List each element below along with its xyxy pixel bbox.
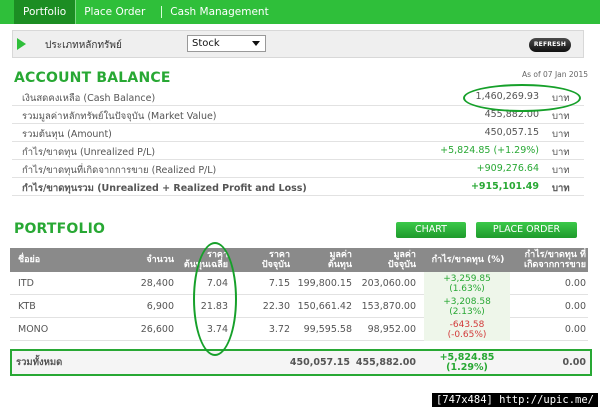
cell-unrealized-pl: -643.58 (-0.65%) <box>424 318 510 341</box>
cell-market-price: 22.30 <box>262 301 290 312</box>
tab-separator <box>161 6 163 18</box>
as-of-date: As of 07 Jan 2015 <box>522 70 588 79</box>
balance-row-total-pl: กำไร/ขาดทุนรวม (Unrealized + Realized Pr… <box>12 178 584 196</box>
balance-label: กำไร/ขาดทุน (Unrealized P/L) <box>22 147 156 158</box>
chevron-down-icon <box>252 41 260 46</box>
cell-market-price: 3.72 <box>268 324 290 335</box>
cell-symbol[interactable]: ITD <box>18 272 78 295</box>
pl-percent: (2.13%) <box>449 306 485 317</box>
table-header: ชื่อย่อ จำนวน ราคา ต้นทุนเฉลี่ย ราคา ปัจ… <box>10 248 588 272</box>
portfolio-table: ชื่อย่อ จำนวน ราคา ต้นทุนเฉลี่ย ราคา ปัจ… <box>10 248 588 341</box>
tab-portfolio[interactable]: Portfolio <box>14 0 77 24</box>
col-market-price-line1: ราคา <box>269 250 290 260</box>
cell-amount: 199,800.15 <box>297 278 352 289</box>
balance-unit: บาท <box>552 165 570 176</box>
place-order-button[interactable]: PLACE ORDER <box>476 222 577 238</box>
balance-unit: บาท <box>552 147 570 158</box>
security-type-label: ประเภทหลักทรัพย์ <box>45 40 122 51</box>
balance-value: +909,276.64 <box>476 163 539 174</box>
arrow-right-icon <box>17 38 26 50</box>
highlight-ellipse-avg-cost <box>193 242 237 356</box>
balance-unit: บาท <box>552 129 570 140</box>
balance-unit: บาท <box>552 183 570 194</box>
cell-unrealized-pl: +3,259.85 (1.63%) <box>424 272 510 295</box>
pl-amount: +3,259.85 <box>443 273 491 284</box>
col-amount: มูลค่า ต้นทุน <box>300 248 352 272</box>
watermark-footer: [747x484] http://upic.me/ <box>431 393 598 407</box>
balance-value: +915,101.49 <box>470 181 539 192</box>
portfolio-title: PORTFOLIO <box>14 221 106 237</box>
col-market-value-line2: ปัจจุบัน <box>387 260 416 270</box>
cell-realized-pl: 0.00 <box>564 278 586 289</box>
cell-symbol[interactable]: MONO <box>18 318 78 341</box>
balance-row-realized: กำไร/ขาดทุนที่เกิดจากการขาย (Realized P/… <box>12 160 584 178</box>
total-pl-amount: +5,824.85 <box>439 351 495 363</box>
col-market-price-line2: ปัจจุบัน <box>261 260 290 270</box>
top-tab-bar: Portfolio Place Order Cash Management <box>0 0 600 24</box>
table-row[interactable]: MONO 26,600 3.74 3.72 99,595.58 98,952.0… <box>10 318 588 341</box>
col-realized-line1: กำไร/ขาดทุน ที่ <box>524 250 586 260</box>
col-unrealized-pl: กำไร/ขาดทุน (%) <box>431 255 505 265</box>
portfolio-total-row: รวมทั้งหมด 450,057.15 455,882.00 +5,824.… <box>10 349 592 376</box>
pl-percent: (-0.65%) <box>447 329 487 340</box>
col-market-value: มูลค่า ปัจจุบัน <box>360 248 416 272</box>
security-type-select[interactable]: Stock <box>187 35 266 52</box>
col-market-value-line1: มูลค่า <box>393 250 416 260</box>
col-market-price: ราคา ปัจจุบัน <box>238 248 290 272</box>
tab-place-order[interactable]: Place Order <box>76 0 153 24</box>
total-label: รวมทั้งหมด <box>16 357 63 368</box>
cell-symbol[interactable]: KTB <box>18 295 78 318</box>
account-balance-title: ACCOUNT BALANCE <box>14 70 171 86</box>
tab-cash-management-label: Cash Management <box>170 6 269 18</box>
total-pl-percent: (1.29%) <box>446 361 488 373</box>
cell-volume: 26,600 <box>140 324 174 335</box>
security-type-value: Stock <box>192 38 220 49</box>
col-realized-pl: กำไร/ขาดทุน ที่ เกิดจากการขาย <box>518 248 586 272</box>
table-row[interactable]: KTB 6,900 21.83 22.30 150,661.42 153,870… <box>10 295 588 318</box>
cell-realized-pl: 0.00 <box>564 301 586 312</box>
cell-amount: 150,661.42 <box>297 301 352 312</box>
pl-amount: +3,208.58 <box>443 296 491 307</box>
filter-bar: ประเภทหลักทรัพย์ Stock REFRESH <box>12 30 584 58</box>
highlight-ellipse <box>463 84 581 112</box>
col-realized-line2: เกิดจากการขาย <box>524 260 586 270</box>
cell-unrealized-pl: +3,208.58 (2.13%) <box>424 295 510 318</box>
total-realized-pl: 0.00 <box>562 357 586 368</box>
refresh-button[interactable]: REFRESH <box>529 38 571 52</box>
cell-market-value: 203,060.00 <box>361 278 416 289</box>
col-volume: จำนวน <box>146 255 174 265</box>
cell-market-price: 7.15 <box>268 278 290 289</box>
cell-amount: 99,595.58 <box>303 324 352 335</box>
col-amount-line2: ต้นทุน <box>327 260 352 270</box>
total-unrealized-pl: +5,824.85 (1.29%) <box>424 351 510 374</box>
balance-value: 450,057.15 <box>484 127 539 138</box>
balance-value: +5,824.85 (+1.29%) <box>440 145 539 156</box>
balance-row-amount: รวมต้นทุน (Amount) 450,057.15 บาท <box>12 124 584 142</box>
tab-cash-management[interactable]: Cash Management <box>153 0 276 24</box>
cell-realized-pl: 0.00 <box>564 324 586 335</box>
pl-amount: -643.58 <box>449 319 485 330</box>
balance-row-unrealized: กำไร/ขาดทุน (Unrealized P/L) +5,824.85 (… <box>12 142 584 160</box>
table-row[interactable]: ITD 28,400 7.04 7.15 199,800.15 203,060.… <box>10 272 588 295</box>
chart-button[interactable]: CHART <box>396 222 466 238</box>
balance-label: กำไร/ขาดทุนรวม (Unrealized + Realized Pr… <box>22 183 307 194</box>
total-amount: 450,057.15 <box>289 357 350 368</box>
balance-label: กำไร/ขาดทุนที่เกิดจากการขาย (Realized P/… <box>22 165 217 176</box>
total-market-value: 455,882.00 <box>355 357 416 368</box>
pl-percent: (1.63%) <box>449 283 485 294</box>
col-amount-line1: มูลค่า <box>329 250 352 260</box>
balance-label: รวมต้นทุน (Amount) <box>22 129 112 140</box>
balance-label: รวมมูลค่าหลักทรัพย์ในปัจจุบัน (Market Va… <box>22 111 217 122</box>
cell-market-value: 153,870.00 <box>361 301 416 312</box>
cell-volume: 6,900 <box>146 301 174 312</box>
col-symbol: ชื่อย่อ <box>18 255 41 265</box>
balance-unit: บาท <box>552 111 570 122</box>
cell-volume: 28,400 <box>140 278 174 289</box>
balance-label: เงินสดคงเหลือ (Cash Balance) <box>22 93 156 104</box>
cell-market-value: 98,952.00 <box>367 324 416 335</box>
